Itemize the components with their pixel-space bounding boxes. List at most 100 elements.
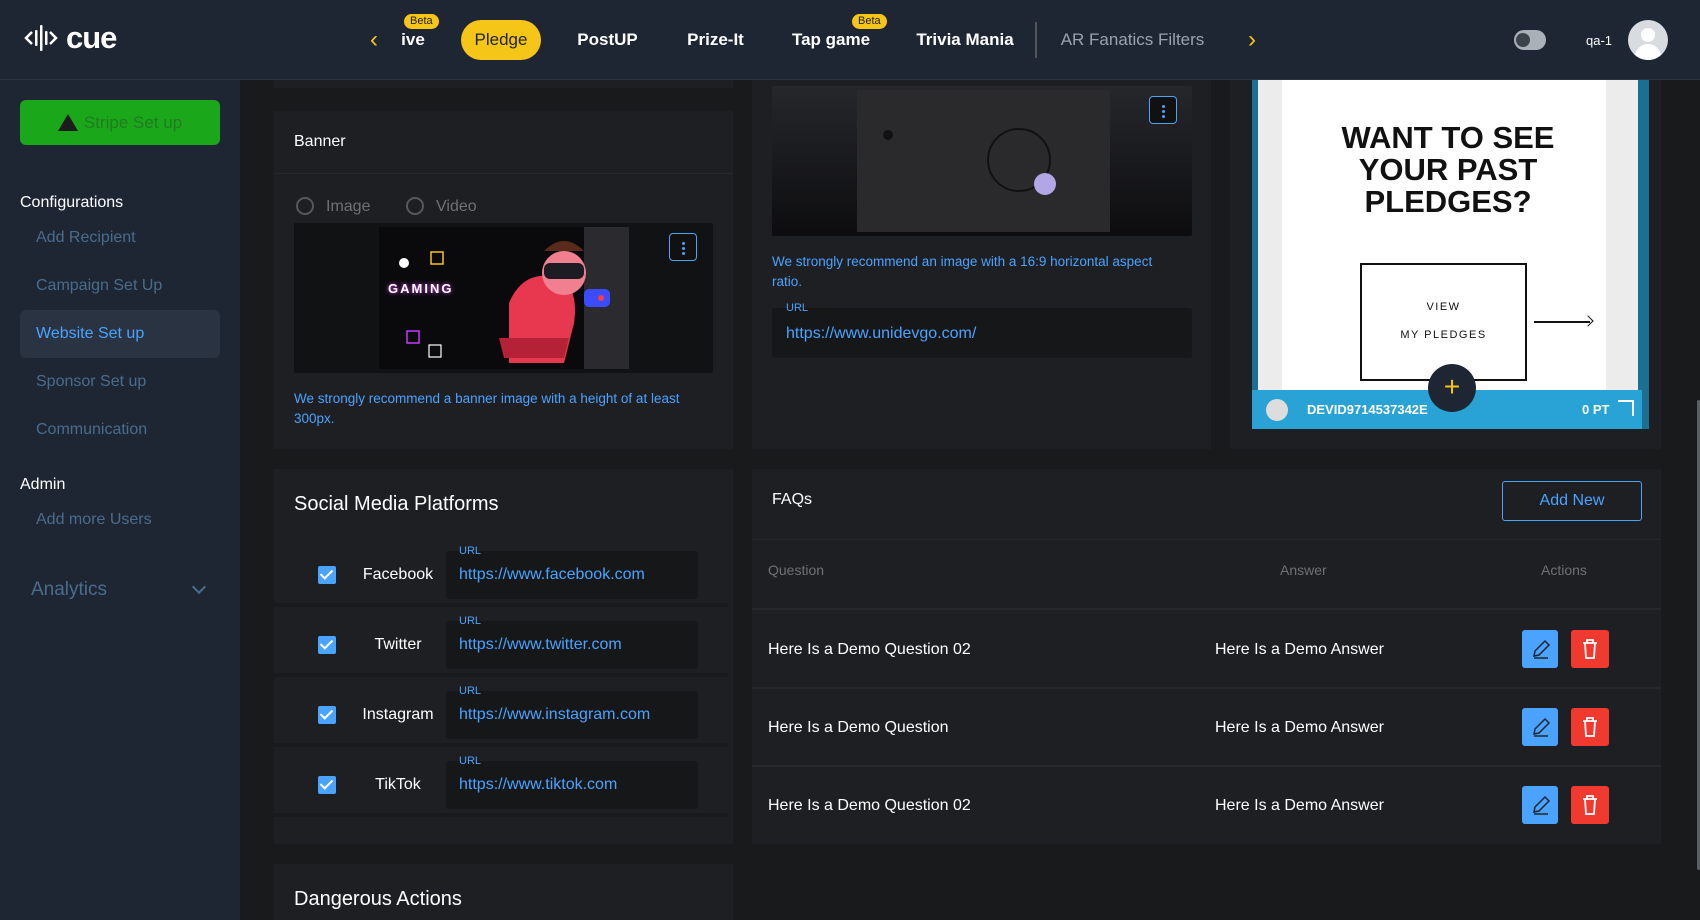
user-avatar[interactable] <box>1628 20 1668 60</box>
tab-tap-game[interactable]: Tap game Beta <box>790 14 887 60</box>
facebook-url-value: https://www.facebook.com <box>459 566 645 583</box>
website-url-field[interactable]: URL https://www.unidevgo.com/ <box>772 302 1192 358</box>
question-column-header: Question <box>768 562 825 578</box>
add-new-faq-button[interactable]: Add New <box>1502 481 1642 521</box>
banner-title: Banner <box>294 133 346 150</box>
sidebar-item-analytics[interactable]: Analytics <box>31 579 107 601</box>
image-radio[interactable] <box>296 197 314 215</box>
phone-preview: WANT TO SEE YOUR PAST PLEDGES? VIEW MY P… <box>1252 80 1649 429</box>
nav-prev-arrow-icon[interactable]: ‹ <box>370 26 378 54</box>
media-image-preview[interactable] <box>772 86 1192 236</box>
tab-ar-fanatics-filters[interactable]: AR Fanatics Filters <box>1055 20 1210 60</box>
beta-badge: Beta <box>852 14 887 29</box>
stripe-setup-button[interactable]: Stripe Set up <box>20 100 220 145</box>
card-top-fragment <box>274 80 733 88</box>
nav-next-arrow-icon[interactable]: › <box>1248 26 1256 54</box>
delete-trash-icon[interactable] <box>1571 708 1609 746</box>
instagram-url-field[interactable]: URL https://www.instagram.com <box>446 685 698 739</box>
add-plus-icon[interactable]: + <box>1428 364 1476 412</box>
warning-icon <box>57 114 78 131</box>
tab-label: Tap game <box>791 30 871 49</box>
theme-toggle[interactable] <box>1514 30 1546 50</box>
beta-badge: Beta <box>404 14 439 29</box>
logo-text: cue <box>66 20 117 55</box>
tiktok-url-value: https://www.tiktok.com <box>459 776 618 793</box>
sidebar-item-sponsor-setup[interactable]: Sponsor Set up <box>20 358 220 406</box>
top-navigation-bar: cue ‹ ive Beta Pledge PostUP Prize-It Ta… <box>0 0 1700 80</box>
preview-screen: WANT TO SEE YOUR PAST PLEDGES? VIEW MY P… <box>1258 80 1638 400</box>
expand-icon[interactable] <box>1618 400 1634 416</box>
tiktok-checkbox[interactable] <box>318 776 336 794</box>
cue-logo[interactable]: cue <box>24 20 117 56</box>
url-label: URL <box>459 615 482 627</box>
username: qa-1 <box>1586 33 1613 48</box>
view-my-pledges-button[interactable]: VIEW MY PLEDGES <box>1360 263 1527 381</box>
cue-logo-icon <box>24 21 58 55</box>
my-pledges-label: MY PLEDGES <box>1400 329 1487 341</box>
dangerous-actions-card: Dangerous Actions <box>274 864 733 920</box>
headline-line-3: PLEDGES? <box>1364 184 1532 219</box>
moon-icon <box>1516 33 1530 47</box>
tab-prize-it[interactable]: Prize-It <box>678 20 753 60</box>
sidebar-item-website-setup[interactable]: Website Set up <box>20 310 220 358</box>
dangerous-actions-title: Dangerous Actions <box>294 888 462 910</box>
admin-heading: Admin <box>20 476 66 493</box>
social-media-title: Social Media Platforms <box>294 493 499 515</box>
tab-pledge[interactable]: Pledge <box>461 20 541 60</box>
url-label: URL <box>786 302 809 314</box>
answer-column-header: Answer <box>1280 562 1327 578</box>
sidebar: Stripe Set up Configurations Add Recipie… <box>0 80 240 920</box>
faqs-card: FAQs Question Answer Actions Here Is a D… <box>752 469 1661 844</box>
actions-column-header: Actions <box>1541 562 1587 578</box>
url-label: URL <box>459 545 482 557</box>
platform-name: Twitter <box>374 636 422 653</box>
divider <box>274 173 733 174</box>
media-hint-text: We strongly recommend an image with a 16… <box>772 254 1153 289</box>
headline-line-1: WANT TO SEE <box>1341 120 1555 155</box>
url-label: URL <box>459 685 482 697</box>
gaming-banner-image <box>379 227 629 369</box>
divider <box>752 687 1661 689</box>
sidebar-item-add-recipient[interactable]: Add Recipient <box>20 214 220 262</box>
social-row-twitter: Twitter URL https://www.twitter.com <box>258 611 728 677</box>
twitter-url-value: https://www.twitter.com <box>459 636 622 653</box>
sidebar-item-campaign-setup[interactable]: Campaign Set Up <box>20 262 220 310</box>
faq-answer: Here Is a Demo Answer <box>1215 641 1384 658</box>
delete-trash-icon[interactable] <box>1571 630 1609 668</box>
sidebar-item-communication[interactable]: Communication <box>20 406 220 454</box>
website-url-value: https://www.unidevgo.com/ <box>786 325 977 342</box>
thumbnail-dot <box>883 130 893 140</box>
facebook-url-field[interactable]: URL https://www.facebook.com <box>446 545 698 599</box>
media-card: We strongly recommend an image with a 16… <box>752 80 1211 449</box>
chevron-down-icon[interactable] <box>191 579 207 595</box>
tiktok-url-field[interactable]: URL https://www.tiktok.com <box>446 755 698 809</box>
twitter-checkbox[interactable] <box>318 636 336 654</box>
instagram-checkbox[interactable] <box>318 706 336 724</box>
banner-hint-text: We strongly recommend a banner image wit… <box>294 391 680 426</box>
tab-postup[interactable]: PostUP <box>570 20 645 60</box>
spinner-dot <box>1034 173 1056 195</box>
stripe-setup-label: Stripe Set up <box>83 112 183 132</box>
edit-pencil-icon[interactable] <box>1522 786 1558 824</box>
url-label: URL <box>459 755 482 767</box>
gaming-text: GAMING <box>388 281 454 296</box>
video-thumbnail <box>857 90 1110 232</box>
sidebar-item-add-more-users[interactable]: Add more Users <box>20 496 220 544</box>
edit-pencil-icon[interactable] <box>1522 708 1558 746</box>
media-options-kebab-icon[interactable] <box>1149 96 1177 124</box>
banner-image-preview[interactable]: GAMING <box>294 223 713 373</box>
banner-options-kebab-icon[interactable] <box>669 233 697 261</box>
points-label: 0 PT <box>1582 402 1610 417</box>
twitter-url-field[interactable]: URL https://www.twitter.com <box>446 615 698 669</box>
preview-headline: WANT TO SEE YOUR PAST PLEDGES? <box>1258 122 1638 218</box>
tab-live[interactable]: ive Beta <box>398 14 439 60</box>
video-radio[interactable] <box>406 197 424 215</box>
faq-question: Here Is a Demo Question <box>768 719 949 736</box>
user-avatar-icon <box>1266 399 1288 421</box>
facebook-checkbox[interactable] <box>318 566 336 584</box>
tab-trivia-mania[interactable]: Trivia Mania <box>915 20 1015 60</box>
edit-pencil-icon[interactable] <box>1522 630 1558 668</box>
delete-trash-icon[interactable] <box>1571 786 1609 824</box>
social-row-tiktok: TikTok URL https://www.tiktok.com <box>258 751 728 817</box>
divider <box>752 765 1661 767</box>
